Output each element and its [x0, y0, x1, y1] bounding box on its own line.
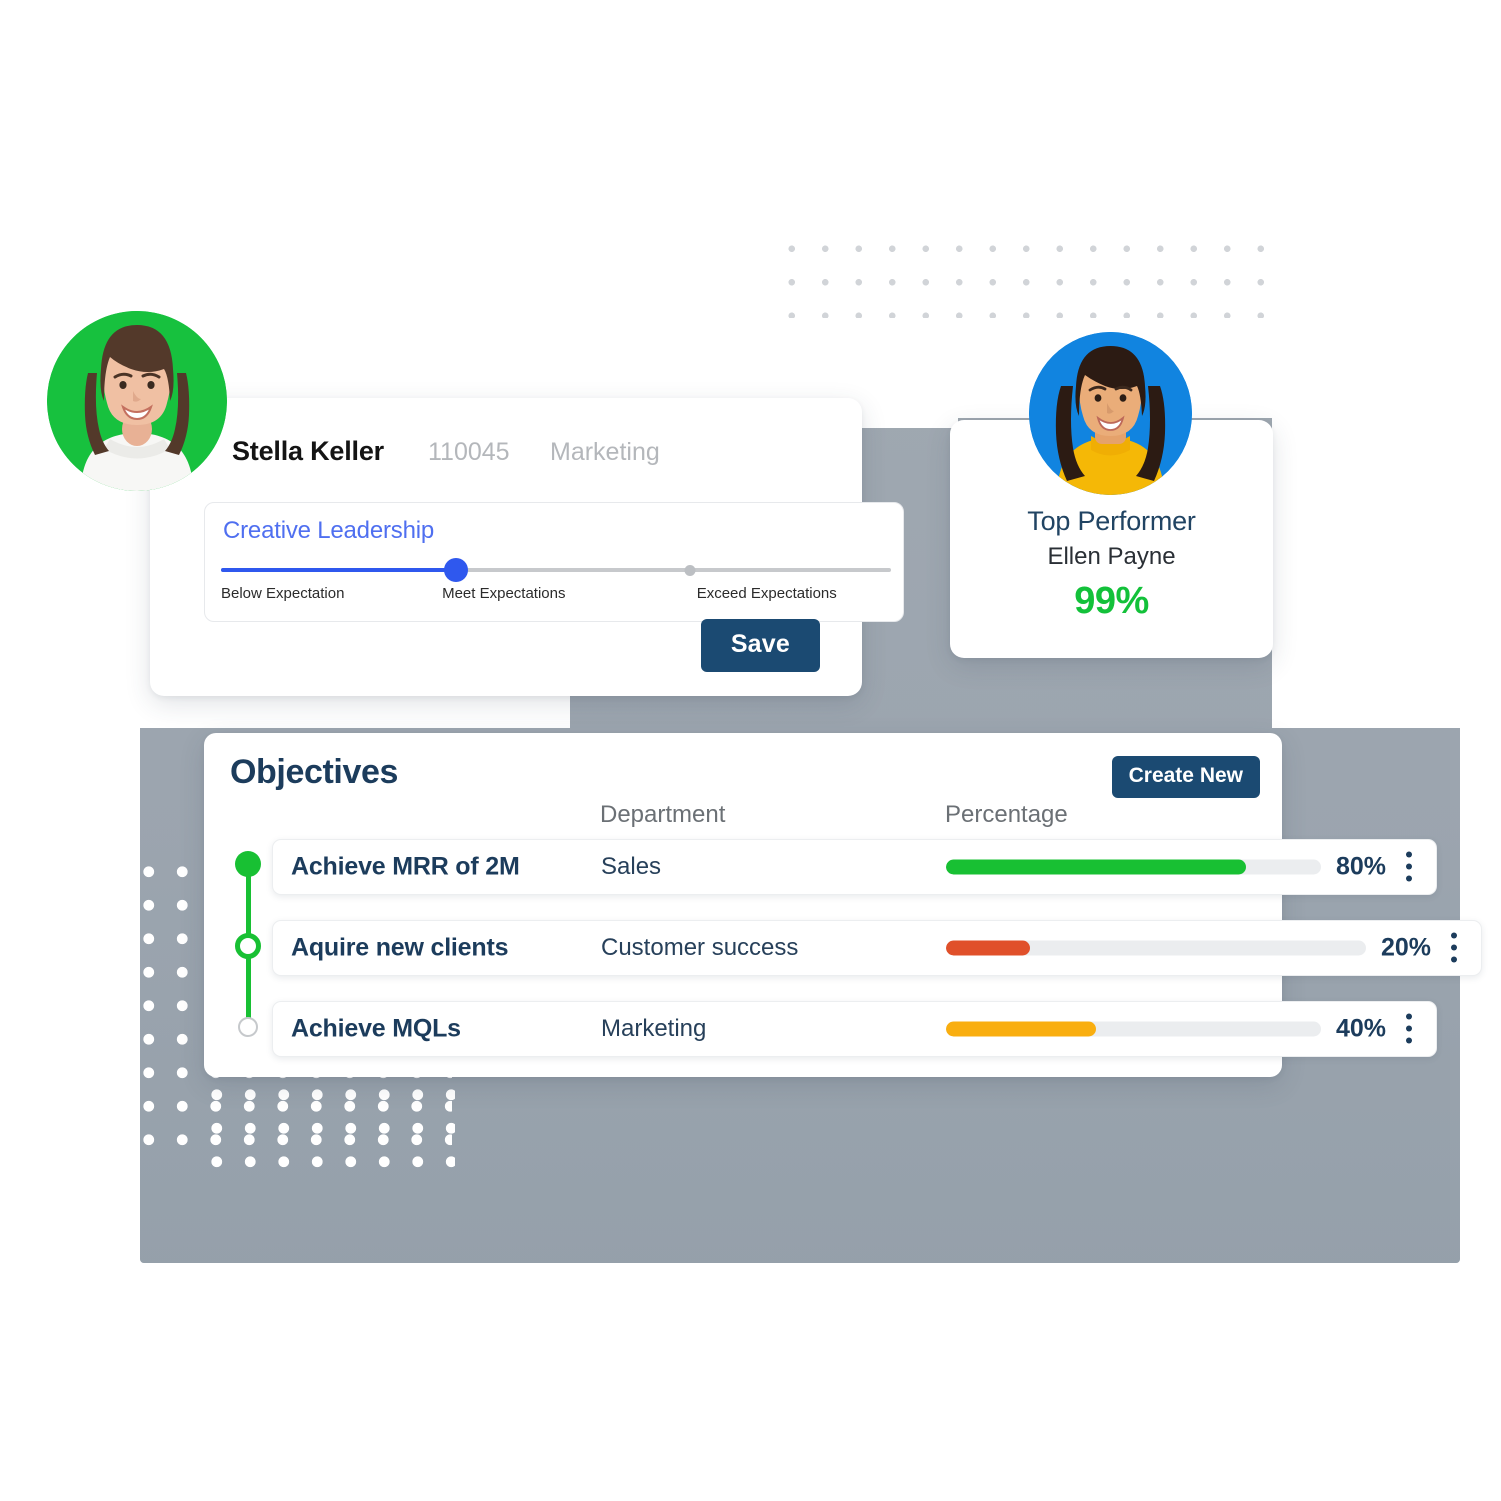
- objective-percentage: 40%: [1336, 1014, 1387, 1043]
- objective-progress-track: [946, 1021, 1321, 1037]
- objectives-column-headers: Department Percentage: [204, 801, 1282, 843]
- objective-progress-fill: [946, 859, 1246, 875]
- objective-row[interactable]: Aquire new clients Customer success 20%: [272, 920, 1482, 976]
- competency-title: Creative Leadership: [223, 517, 434, 544]
- top-performer-percentage: 99%: [1074, 580, 1149, 622]
- top-performer-title: Top Performer: [1027, 506, 1196, 536]
- objective-department: Customer success: [601, 934, 799, 961]
- avatar-stella-keller: [47, 311, 227, 491]
- row-overflow-menu-icon[interactable]: [1451, 932, 1458, 964]
- objective-progress-track: [946, 859, 1321, 875]
- objective-department: Sales: [601, 853, 662, 880]
- objective-progress-fill: [946, 1021, 1096, 1037]
- slider-marker-dot[interactable]: [684, 565, 696, 576]
- objective-progress-fill: [946, 940, 1030, 956]
- slider-label-1: Below Expectation: [221, 585, 345, 602]
- objective-percentage: 80%: [1336, 852, 1387, 881]
- column-header-percentage: Percentage: [945, 801, 1068, 828]
- objective-row[interactable]: Achieve MQLs Marketing 40%: [272, 1001, 1437, 1057]
- objectives-title: Objectives: [230, 753, 398, 791]
- create-new-button[interactable]: Create New: [1111, 756, 1260, 798]
- objective-row[interactable]: Achieve MRR of 2M Sales 80%: [272, 839, 1437, 895]
- employee-header: Stella Keller 110045 Marketing: [150, 398, 862, 467]
- slider-scale-labels: Below Expectation Meet Expectations Exceed…: [221, 585, 891, 605]
- column-header-department: Department: [600, 801, 726, 828]
- timeline-node-3: [238, 1017, 258, 1037]
- screenshot-root: Stella Keller 110045 Marketing Creative …: [0, 0, 1501, 1501]
- slider-label-3: Exceed Expectations: [696, 585, 837, 602]
- slider-fill: [221, 568, 456, 572]
- white-band-right: [1272, 318, 1460, 728]
- timeline-node-2: [235, 933, 261, 959]
- objective-percentage: 20%: [1381, 933, 1432, 962]
- employee-review-card: Stella Keller 110045 Marketing Creative …: [150, 398, 904, 696]
- timeline-node-1: [235, 851, 261, 877]
- white-band-middle: [858, 318, 958, 428]
- objective-name: Achieve MQLs: [291, 1014, 461, 1043]
- objective-name: Aquire new clients: [291, 933, 509, 962]
- slider-label-2: Meet Expectations: [442, 585, 566, 602]
- top-performer-name: Ellen Payne: [1047, 543, 1176, 570]
- employee-department: Marketing: [550, 438, 660, 466]
- row-overflow-menu-icon[interactable]: [1406, 851, 1413, 883]
- row-overflow-menu-icon[interactable]: [1406, 1013, 1413, 1045]
- slider-thumb[interactable]: [443, 558, 468, 582]
- objective-progress-track: [946, 940, 1366, 956]
- objectives-timeline: [235, 851, 261, 1041]
- save-button[interactable]: Save: [700, 619, 820, 672]
- avatar-ellen-payne: [1029, 332, 1192, 495]
- competency-rating-box: Creative Leadership Below Expectation Mee…: [204, 502, 904, 622]
- objective-name: Achieve MRR of 2M: [291, 852, 520, 881]
- employee-name: Stella Keller: [232, 436, 384, 466]
- objective-department: Marketing: [601, 1015, 707, 1042]
- rating-slider[interactable]: [221, 558, 891, 582]
- employee-id: 110045: [428, 438, 510, 466]
